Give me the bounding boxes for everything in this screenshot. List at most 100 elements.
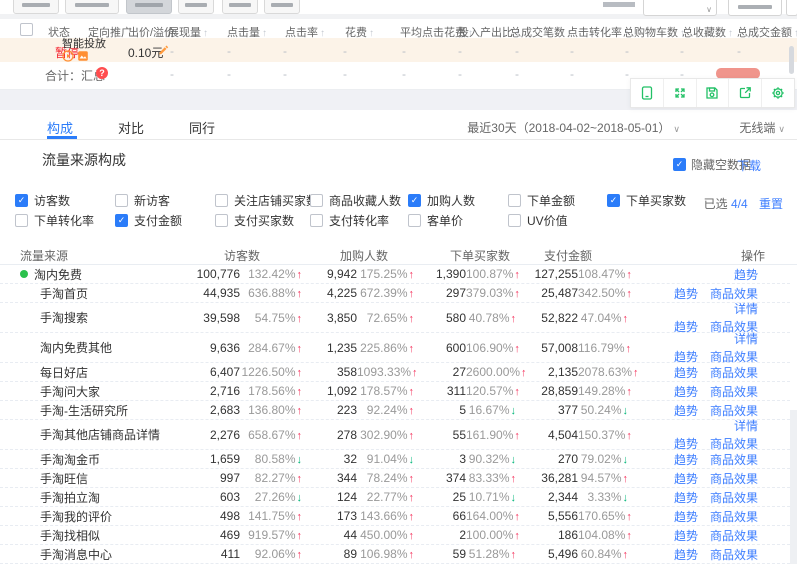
checkbox[interactable] xyxy=(310,214,323,227)
action-link[interactable]: 商品效果 xyxy=(710,435,758,452)
action-link[interactable]: 趋势 xyxy=(674,364,698,381)
action-link[interactable]: 商品效果 xyxy=(710,508,758,525)
source-cell: 手淘问大家 xyxy=(0,383,185,400)
source-cell: 淘内免费 xyxy=(0,266,185,283)
metric-checkbox-item[interactable]: 支付买家数 xyxy=(215,212,294,229)
metric-checkbox-item[interactable]: ✓加购人数 xyxy=(408,192,475,209)
metric-checkbox-item[interactable]: UV价值 xyxy=(508,212,568,229)
checkbox[interactable] xyxy=(15,214,28,227)
metric-checkbox-item[interactable]: 关注店铺买家数 xyxy=(215,192,318,209)
reset-link[interactable]: 重置 xyxy=(759,197,783,211)
action-link[interactable]: 商品效果 xyxy=(710,383,758,400)
save-icon[interactable] xyxy=(697,79,730,107)
play-icon[interactable] xyxy=(62,50,74,62)
checkbox[interactable]: ✓ xyxy=(15,194,28,207)
checkbox[interactable] xyxy=(215,214,228,227)
scrollbar-thumb[interactable] xyxy=(789,46,794,74)
metric-checkbox-item[interactable]: ✓下单买家数 xyxy=(607,192,686,209)
action-link[interactable]: 趋势 xyxy=(674,348,698,365)
action-link[interactable]: 趋势 xyxy=(674,527,698,544)
metric-checkbox-item[interactable]: 商品收藏人数 xyxy=(310,192,401,209)
metric-checkbox-item[interactable]: 新访客 xyxy=(115,192,170,209)
filter-dropdown[interactable]: ∨ xyxy=(643,0,717,16)
checkbox[interactable] xyxy=(508,214,521,227)
scrollbar-track[interactable] xyxy=(790,410,797,564)
more-data-button[interactable] xyxy=(728,0,782,16)
metric-change: 2078.63%↑ xyxy=(578,365,628,379)
checkbox[interactable]: ✓ xyxy=(115,214,128,227)
source-cell: 手淘消息中心 xyxy=(0,546,185,563)
hide-empty-checkbox[interactable]: ✓ xyxy=(673,158,686,171)
metric-checkbox-item[interactable]: 支付转化率 xyxy=(310,212,389,229)
tab-peers[interactable]: 同行 xyxy=(189,118,215,137)
image-icon[interactable] xyxy=(77,50,89,62)
action-link[interactable]: 趋势 xyxy=(674,470,698,487)
metric-value: 580 xyxy=(414,311,466,325)
action-link[interactable]: 趋势 xyxy=(674,435,698,452)
action-link[interactable]: 详情 xyxy=(734,300,758,317)
metric-checkbox-label: 下单金额 xyxy=(527,192,575,209)
action-link[interactable]: 商品效果 xyxy=(710,546,758,563)
checkbox[interactable]: ✓ xyxy=(408,194,421,207)
mobile-preview-icon[interactable] xyxy=(631,79,664,107)
clipped-filter-label xyxy=(603,2,635,7)
download-link[interactable]: 下载 xyxy=(737,157,761,174)
action-link[interactable]: 趋势 xyxy=(674,451,698,468)
checkbox[interactable] xyxy=(215,194,228,207)
action-link[interactable]: 商品效果 xyxy=(710,451,758,468)
toolbar-button-4[interactable] xyxy=(178,0,214,14)
select-all-checkbox[interactable] xyxy=(20,23,33,36)
metric-value: 223 xyxy=(302,403,357,417)
action-link[interactable]: 趋势 xyxy=(674,383,698,400)
campaign-name[interactable]: 智能投放 xyxy=(62,39,106,50)
checkbox[interactable] xyxy=(408,214,421,227)
action-link[interactable]: 商品效果 xyxy=(710,348,758,365)
tab-compare[interactable]: 对比 xyxy=(118,118,144,137)
metric-checkbox-item[interactable]: 下单金额 xyxy=(508,192,575,209)
metric-checkbox-item[interactable]: 客单价 xyxy=(408,212,463,229)
action-link[interactable]: 商品效果 xyxy=(710,285,758,302)
metric-checkbox-item[interactable]: ✓访客数 xyxy=(15,192,70,209)
change-percent: 132.42% xyxy=(248,267,295,281)
fullscreen-icon[interactable] xyxy=(664,79,697,107)
checkbox[interactable]: ✓ xyxy=(607,194,620,207)
tab-composition[interactable]: 构成 xyxy=(47,118,73,137)
action-link[interactable]: 趋势 xyxy=(674,489,698,506)
change-percent: 302.90% xyxy=(360,428,407,442)
channel-dropdown[interactable]: 无线端∨ xyxy=(739,119,785,136)
checkbox[interactable] xyxy=(508,194,521,207)
clipped-label xyxy=(135,3,163,7)
toolbar-button-1[interactable] xyxy=(13,0,59,14)
toolbar-button-2[interactable] xyxy=(65,0,119,14)
metric-checkbox-item[interactable]: ✓支付金额 xyxy=(115,212,182,229)
toolbar-button-6[interactable] xyxy=(264,0,300,14)
metric-value: 1,390 xyxy=(414,267,466,281)
action-link[interactable]: 趋势 xyxy=(674,285,698,302)
action-link[interactable]: 趋势 xyxy=(734,266,758,283)
clipped-label xyxy=(75,3,108,7)
action-link[interactable]: 商品效果 xyxy=(710,364,758,381)
metric-checkbox-item[interactable]: 下单转化率 xyxy=(15,212,94,229)
metric-value: 127,255 xyxy=(516,267,578,281)
action-link[interactable]: 商品效果 xyxy=(710,527,758,544)
action-link[interactable]: 商品效果 xyxy=(710,489,758,506)
settings-icon[interactable] xyxy=(762,79,794,107)
edit-bid-icon[interactable] xyxy=(158,44,170,56)
change-percent: 80.58% xyxy=(255,452,296,466)
date-range-dropdown[interactable]: 最近30天（2018-04-02~2018-05-01）∨ xyxy=(467,119,680,136)
action-link[interactable]: 趋势 xyxy=(674,402,698,419)
action-link[interactable]: 趋势 xyxy=(674,508,698,525)
help-icon[interactable]: ? xyxy=(96,67,108,79)
action-link[interactable]: 趋势 xyxy=(674,546,698,563)
share-icon[interactable] xyxy=(729,79,762,107)
action-link[interactable]: 商品效果 xyxy=(710,402,758,419)
action-link[interactable]: 详情 xyxy=(734,330,758,347)
checkbox[interactable] xyxy=(310,194,323,207)
checkbox[interactable] xyxy=(115,194,128,207)
toolbar-button-5[interactable] xyxy=(222,0,258,14)
toolbar-button-3[interactable] xyxy=(126,0,172,14)
action-link[interactable]: 商品效果 xyxy=(710,470,758,487)
mini-dropdown[interactable] xyxy=(786,0,797,16)
metric-change: 164.00%↑ xyxy=(466,509,516,523)
action-link[interactable]: 详情 xyxy=(734,417,758,434)
